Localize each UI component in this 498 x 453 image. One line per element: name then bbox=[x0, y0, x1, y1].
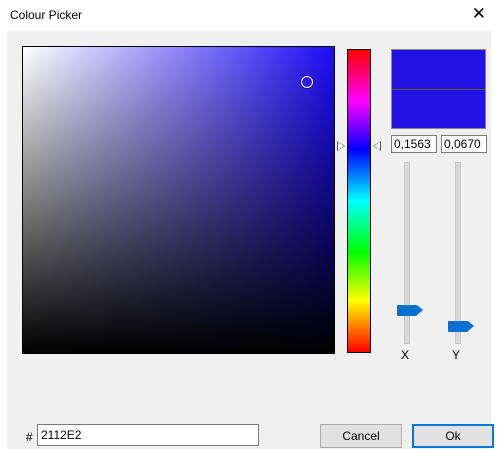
cancel-button[interactable]: Cancel bbox=[320, 424, 402, 448]
title-bar: Colour Picker ✕ bbox=[0, 0, 498, 30]
hue-pointer-left-icon[interactable] bbox=[337, 141, 345, 151]
hex-prefix: # bbox=[26, 430, 33, 444]
hue-slider[interactable] bbox=[347, 49, 371, 353]
y-slider-thumb[interactable] bbox=[448, 321, 474, 332]
saturation-value-marker-icon[interactable] bbox=[301, 76, 313, 88]
x-axis-label: X bbox=[401, 348, 410, 362]
ok-button[interactable]: Ok bbox=[412, 424, 494, 448]
x-coordinate-field[interactable] bbox=[391, 135, 437, 153]
x-slider-thumb[interactable] bbox=[397, 305, 423, 316]
close-icon[interactable]: ✕ bbox=[472, 4, 486, 24]
preview-old-colour bbox=[392, 50, 485, 89]
y-coordinate-field[interactable] bbox=[441, 135, 487, 153]
y-slider-track[interactable] bbox=[455, 162, 461, 344]
window-title: Colour Picker bbox=[10, 8, 83, 22]
colour-preview bbox=[391, 49, 486, 129]
dialog-body: X Y # Cancel Ok bbox=[7, 31, 494, 449]
hue-pointer-right-icon[interactable] bbox=[373, 141, 381, 151]
y-axis-label: Y bbox=[452, 348, 461, 362]
x-slider-track[interactable] bbox=[404, 162, 410, 344]
colour-picker-dialog: Colour Picker ✕ X Y # Cancel Ok bbox=[0, 0, 498, 453]
saturation-value-area[interactable] bbox=[22, 46, 335, 354]
preview-new-colour bbox=[392, 88, 485, 128]
hex-colour-input[interactable] bbox=[37, 424, 259, 446]
